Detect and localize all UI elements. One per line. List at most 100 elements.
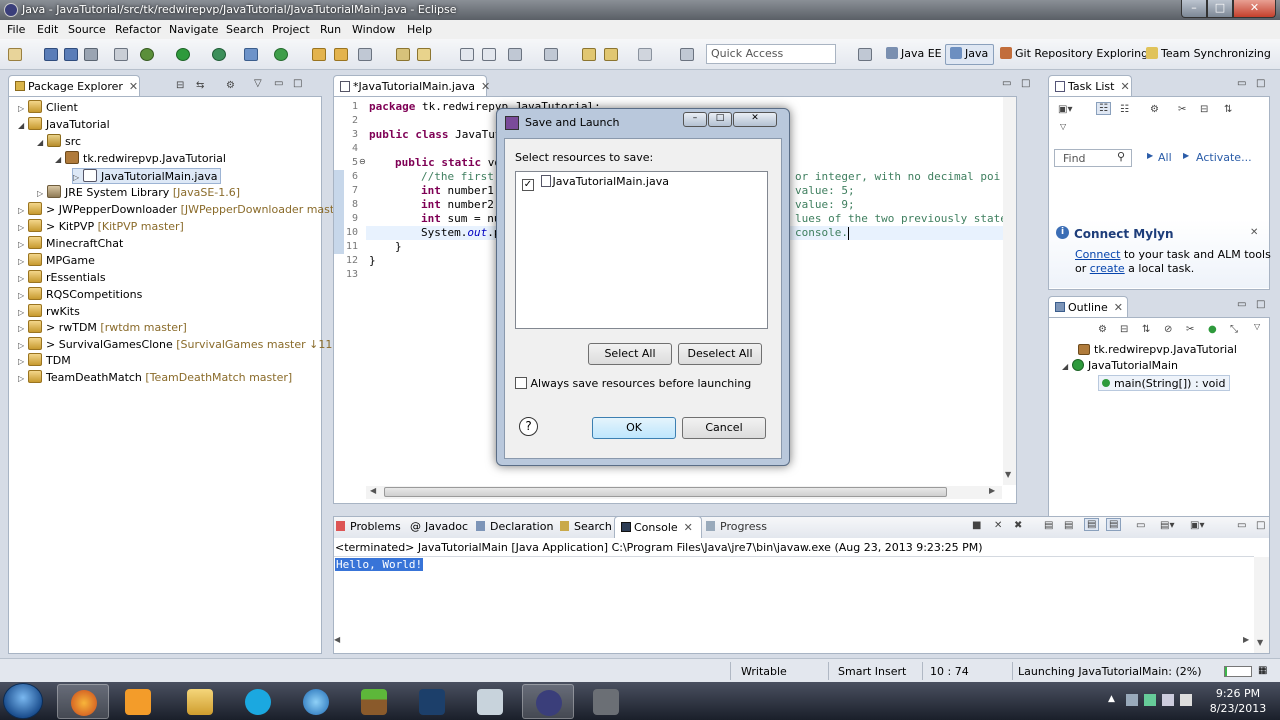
tab-progress[interactable]: Progress — [706, 520, 767, 533]
scroll-left-icon[interactable]: ◀ — [370, 486, 376, 495]
dialog-maximize-button[interactable]: □ — [708, 112, 732, 127]
chevron-down-icon[interactable]: ▽ — [1060, 122, 1066, 131]
chevron-down-icon[interactable]: ▽ — [254, 78, 262, 89]
taskbar-firefox[interactable] — [57, 684, 109, 719]
minimize-view-icon[interactable]: ▭ — [274, 78, 283, 89]
show-whitespace-icon[interactable] — [460, 48, 474, 61]
close-icon[interactable]: ✕ — [129, 80, 138, 93]
start-button[interactable] — [3, 683, 43, 719]
link-with-editor-icon[interactable]: ⇆ — [196, 80, 204, 91]
show-hidden-icons[interactable]: ▲ — [1108, 694, 1120, 706]
expand-all-icon[interactable]: ⚙ — [1098, 324, 1107, 335]
always-save-option[interactable]: Always save resources before launching — [515, 377, 751, 390]
show-console-on-error-icon[interactable]: ▤ — [1106, 518, 1122, 531]
pin-console-icon[interactable]: ▭ — [1136, 520, 1145, 531]
taskbar-skype[interactable] — [232, 684, 284, 719]
close-icon[interactable]: ✕ — [684, 521, 693, 534]
collapse-icon[interactable]: ◢ — [18, 118, 28, 134]
menu-project[interactable]: Project — [272, 23, 310, 36]
code-line-9[interactable]: int sum = num — [421, 212, 507, 226]
menu-refactor[interactable]: Refactor — [115, 23, 161, 36]
code-line-11[interactable]: } — [395, 240, 402, 254]
tree-item-teamdeathmatch[interactable]: ▷ TeamDeathMatch [TeamDeathMatch master] — [18, 370, 292, 386]
outline-item-package[interactable]: tk.redwirepvp.JavaTutorial — [1078, 342, 1237, 358]
code-line-10-tail[interactable]: console. — [795, 226, 848, 240]
scroll-lock-icon[interactable]: ▤ — [1064, 520, 1073, 531]
tree-item-rqscompetitions[interactable]: ▷ RQSCompetitions — [18, 287, 142, 303]
maximize-view-icon[interactable]: □ — [1256, 520, 1265, 531]
minimize-view-icon[interactable]: ▭ — [1237, 520, 1246, 531]
hide-local-types-icon[interactable]: ⤡ — [1230, 324, 1238, 335]
collapse-all-icon[interactable]: ⊟ — [176, 80, 184, 91]
minimize-view-icon[interactable]: ▭ — [1237, 78, 1246, 89]
expand-icon[interactable]: ▷ — [18, 203, 28, 219]
minimize-view-icon[interactable]: ▭ — [1002, 78, 1011, 89]
code-line-8[interactable]: int number2 = — [421, 198, 507, 212]
perspective-java[interactable]: Java — [950, 47, 988, 60]
external-tools-icon[interactable] — [212, 48, 226, 61]
perspective-team-sync[interactable]: Team Synchronizing — [1146, 47, 1271, 60]
outline-item-method[interactable]: main(String[]) : void — [1098, 375, 1231, 391]
expand-icon[interactable]: ▷ — [18, 321, 28, 337]
collapse-icon[interactable]: ◢ — [37, 135, 47, 151]
open-console-icon[interactable]: ▣▾ — [1190, 520, 1204, 531]
menu-navigate[interactable]: Navigate — [169, 23, 218, 36]
debug-icon[interactable] — [140, 48, 154, 61]
tree-item-mpgame[interactable]: ▷ MPGame — [18, 253, 95, 269]
last-edit-location-icon[interactable] — [582, 48, 596, 61]
network-icon[interactable] — [1162, 694, 1174, 706]
tree-item-tdm[interactable]: ▷ TDM — [18, 353, 71, 369]
maximize-view-icon[interactable]: □ — [293, 78, 302, 89]
code-line-7[interactable]: int number1 = — [421, 184, 507, 198]
new-icon[interactable] — [8, 48, 22, 61]
menu-run[interactable]: Run — [320, 23, 341, 36]
expand-icon[interactable]: ▷ — [18, 101, 28, 117]
mylyn-connect-link[interactable]: Connect — [1075, 248, 1120, 261]
new-java-project-icon[interactable] — [244, 48, 258, 61]
expand-icon[interactable]: ▷ — [37, 186, 47, 202]
toggle-mark-occurrences-icon[interactable] — [396, 48, 410, 61]
categorized-icon[interactable]: ☷ — [1096, 102, 1111, 115]
taskbar-minecraft[interactable] — [348, 684, 400, 719]
expand-icon[interactable]: ▷ — [18, 220, 28, 236]
code-line-6-tail[interactable]: or integer, with no decimal poi — [795, 170, 1000, 184]
tab-javadoc[interactable]: @ Javadoc — [410, 520, 468, 533]
expand-icon[interactable]: ▷ — [73, 170, 83, 186]
close-window-button[interactable]: ✕ — [1233, 0, 1276, 18]
expand-icon[interactable]: ▷ — [18, 354, 28, 370]
collapse-all-icon[interactable]: ⊟ — [1120, 324, 1128, 335]
scheduled-icon[interactable]: ☷ — [1120, 104, 1129, 115]
hide-static-icon[interactable]: ✂ — [1186, 324, 1194, 335]
tree-item-javatutorialmain[interactable]: ▷ JavaTutorialMain.java — [72, 168, 222, 186]
always-save-checkbox[interactable] — [515, 377, 527, 389]
menu-help[interactable]: Help — [407, 23, 432, 36]
taskbar-notes[interactable] — [464, 684, 516, 719]
sync-icon[interactable]: ⇅ — [1224, 104, 1232, 115]
search-icon[interactable] — [358, 48, 372, 61]
menu-source[interactable]: Source — [68, 23, 106, 36]
tree-item-javatutorial[interactable]: ◢ JavaTutorial — [18, 117, 110, 133]
collapse-all-icon[interactable]: ⊟ — [1200, 104, 1208, 115]
scroll-left-icon[interactable]: ◀ — [334, 635, 340, 644]
expand-icon[interactable]: ▷ — [18, 271, 28, 287]
back-icon[interactable] — [604, 48, 618, 61]
perspective-java-ee[interactable]: Java EE — [886, 47, 942, 60]
tree-item-minecraftchat[interactable]: ▷ MinecraftChat — [18, 236, 123, 252]
code-line-9-tail[interactable]: lues of the two previously stated — [795, 212, 1014, 226]
task-activate-link[interactable]: Activate... — [1196, 151, 1252, 164]
expand-icon[interactable]: ▷ — [18, 338, 28, 354]
taskbar-itunes[interactable] — [290, 684, 342, 719]
code-line-12[interactable]: } — [369, 254, 376, 268]
maximize-view-icon[interactable]: □ — [1256, 299, 1265, 310]
tab-console[interactable]: Console ✕ — [614, 516, 702, 538]
menu-file[interactable]: File — [7, 23, 25, 36]
taskbar-eclipse[interactable] — [522, 684, 574, 719]
menu-window[interactable]: Window — [352, 23, 395, 36]
terminate-icon[interactable]: ■ — [972, 520, 981, 531]
hide-completed-icon[interactable]: ✂ — [1178, 104, 1186, 115]
editor-vertical-scrollbar[interactable] — [1003, 97, 1016, 485]
sort-icon[interactable]: ⇅ — [1142, 324, 1150, 335]
tab-outline[interactable]: Outline ✕ — [1048, 296, 1128, 318]
tab-problems[interactable]: Problems — [336, 520, 401, 533]
show-console-on-output-icon[interactable]: ▤ — [1084, 518, 1100, 531]
